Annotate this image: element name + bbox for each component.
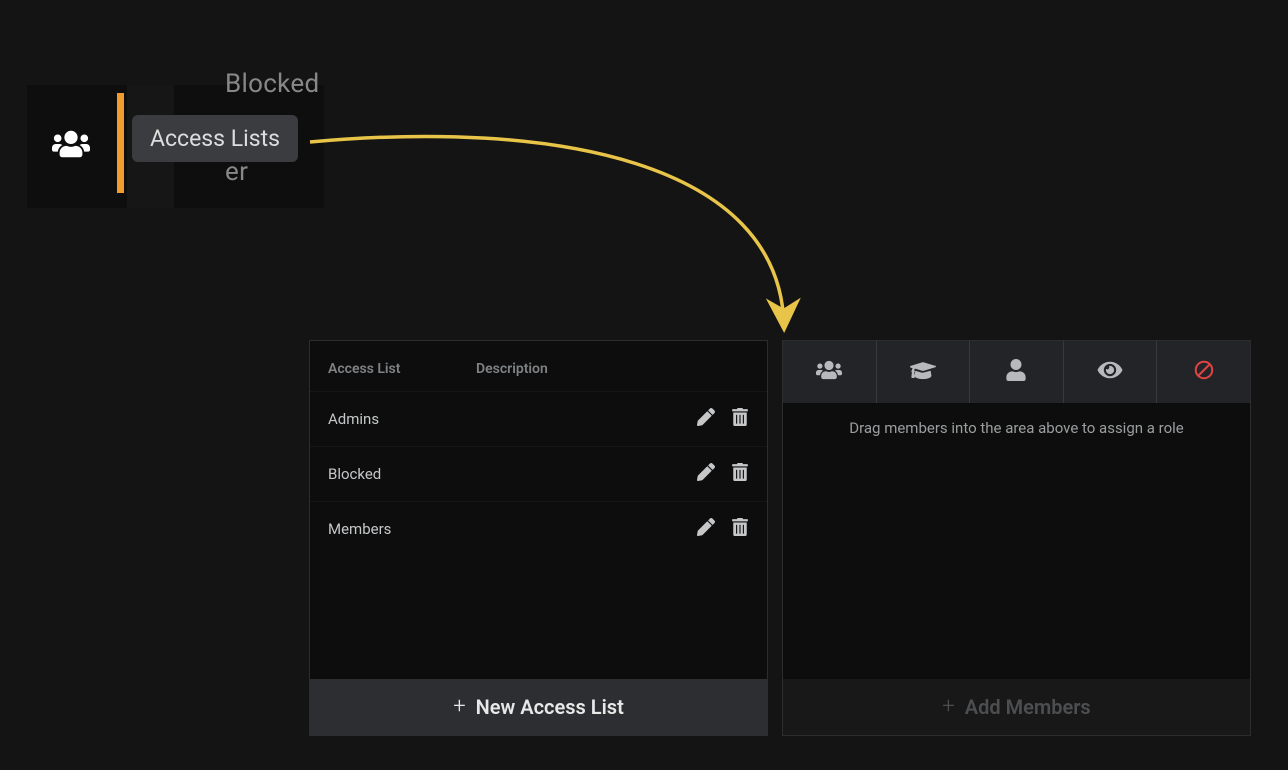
access-list-panel: Access List Description Admins Blocked M… bbox=[309, 340, 768, 736]
delete-icon[interactable] bbox=[731, 463, 749, 485]
drag-members-hint: Drag members into the area above to assi… bbox=[783, 403, 1250, 445]
role-tab-member[interactable] bbox=[970, 341, 1064, 403]
edit-icon[interactable] bbox=[697, 463, 715, 485]
users-group-icon bbox=[52, 128, 90, 164]
header-description: Description bbox=[476, 361, 749, 377]
add-members-label: Add Members bbox=[965, 695, 1091, 719]
access-list-row[interactable]: Admins bbox=[310, 391, 767, 446]
row-name: Members bbox=[328, 520, 476, 538]
ban-icon bbox=[1191, 359, 1217, 385]
row-name: Blocked bbox=[328, 465, 476, 483]
user-icon bbox=[1003, 359, 1029, 385]
nav-item-fragment-top: Blocked bbox=[225, 69, 319, 99]
edit-icon[interactable] bbox=[697, 408, 715, 430]
graduation-cap-icon bbox=[910, 359, 936, 385]
eye-icon bbox=[1097, 359, 1123, 385]
role-tab-moderator[interactable] bbox=[877, 341, 971, 403]
role-tab-blocked[interactable] bbox=[1157, 341, 1250, 403]
delete-icon[interactable] bbox=[731, 518, 749, 540]
active-indicator bbox=[117, 93, 124, 193]
delete-icon[interactable] bbox=[731, 408, 749, 430]
roles-panel: Drag members into the area above to assi… bbox=[782, 340, 1251, 736]
access-lists-nav-button[interactable] bbox=[37, 117, 105, 175]
new-access-list-button[interactable]: + New Access List bbox=[310, 679, 767, 735]
role-tabs bbox=[783, 341, 1250, 403]
plus-icon: + bbox=[942, 696, 954, 718]
tooltip-access-lists: Access Lists bbox=[132, 115, 298, 162]
annotation-arrow bbox=[300, 130, 820, 350]
new-access-list-label: New Access List bbox=[476, 695, 624, 719]
access-list-table-header: Access List Description bbox=[310, 341, 767, 391]
users-group-icon bbox=[816, 359, 842, 385]
row-name: Admins bbox=[328, 410, 476, 428]
header-access-list: Access List bbox=[328, 361, 476, 377]
role-tab-viewer[interactable] bbox=[1064, 341, 1158, 403]
plus-icon: + bbox=[453, 696, 465, 718]
add-members-button[interactable]: + Add Members bbox=[783, 679, 1250, 735]
access-list-row[interactable]: Blocked bbox=[310, 446, 767, 501]
edit-icon[interactable] bbox=[697, 518, 715, 540]
role-tab-users[interactable] bbox=[783, 341, 877, 403]
access-list-row[interactable]: Members bbox=[310, 501, 767, 556]
